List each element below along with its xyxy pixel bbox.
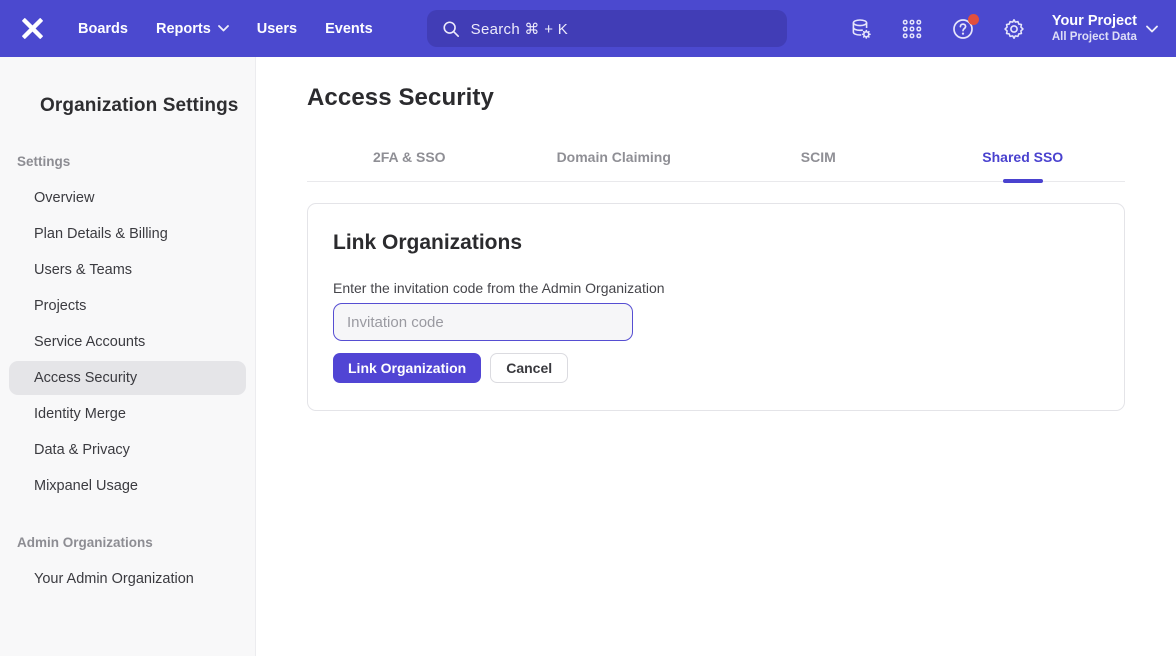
card-title: Link Organizations — [333, 231, 1099, 255]
sidebar-item-overview[interactable]: Overview — [9, 181, 246, 215]
search-icon — [442, 20, 460, 38]
project-subtitle: All Project Data — [1052, 30, 1137, 45]
settings-sidebar: Organization Settings Settings Overview … — [0, 57, 256, 656]
tab-2fa-sso[interactable]: 2FA & SSO — [307, 141, 512, 181]
sidebar-section-settings: Settings — [17, 154, 255, 169]
sidebar-item-plan-details-billing[interactable]: Plan Details & Billing — [9, 217, 246, 251]
tab-shared-sso[interactable]: Shared SSO — [921, 141, 1126, 181]
project-selector[interactable]: Your Project All Project Data — [1052, 12, 1158, 45]
cancel-button[interactable]: Cancel — [490, 353, 568, 383]
navbar-right: Your Project All Project Data — [848, 12, 1176, 45]
search-placeholder: Search ⌘ + K — [471, 20, 568, 38]
invitation-code-input[interactable] — [333, 303, 633, 341]
settings-gear-icon[interactable] — [1001, 16, 1027, 42]
apps-grid-icon[interactable] — [899, 16, 925, 42]
nav-item-reports[interactable]: Reports — [142, 13, 243, 45]
tab-label: 2FA & SSO — [373, 149, 446, 165]
mixpanel-logo-icon — [20, 16, 45, 41]
project-text: Your Project All Project Data — [1052, 12, 1137, 45]
chevron-down-icon — [1146, 25, 1158, 33]
tab-scim[interactable]: SCIM — [716, 141, 921, 181]
tab-label: Shared SSO — [982, 149, 1063, 165]
sidebar-item-service-accounts[interactable]: Service Accounts — [9, 325, 246, 359]
link-organizations-card: Link Organizations Enter the invitation … — [307, 203, 1125, 411]
link-organization-button[interactable]: Link Organization — [333, 353, 481, 383]
sidebar-item-identity-merge[interactable]: Identity Merge — [9, 397, 246, 431]
main-content: Access Security 2FA & SSO Domain Claimin… — [256, 57, 1176, 656]
project-name: Your Project — [1052, 12, 1137, 30]
search-input[interactable]: Search ⌘ + K — [427, 10, 787, 47]
nav-item-label: Events — [325, 21, 373, 37]
sidebar-item-users-teams[interactable]: Users & Teams — [9, 253, 246, 287]
nav-item-label: Reports — [156, 21, 211, 37]
sidebar-item-your-admin-organization[interactable]: Your Admin Organization — [9, 562, 246, 596]
tab-bar: 2FA & SSO Domain Claiming SCIM Shared SS… — [307, 141, 1125, 182]
top-navbar: Boards Reports Users Events Search ⌘ + K — [0, 0, 1176, 57]
sidebar-item-data-privacy[interactable]: Data & Privacy — [9, 433, 246, 467]
sidebar-item-access-security[interactable]: Access Security — [9, 361, 246, 395]
page-title: Access Security — [307, 84, 1125, 112]
chevron-down-icon — [218, 25, 229, 32]
sidebar-title: Organization Settings — [40, 95, 255, 117]
sidebar-section-admin-organizations: Admin Organizations — [17, 535, 255, 550]
sidebar-item-projects[interactable]: Projects — [9, 289, 246, 323]
nav-item-users[interactable]: Users — [243, 13, 311, 45]
sidebar-item-mixpanel-usage[interactable]: Mixpanel Usage — [9, 469, 246, 503]
data-settings-icon[interactable] — [848, 16, 874, 42]
mixpanel-logo[interactable] — [0, 16, 64, 41]
tab-label: SCIM — [801, 149, 836, 165]
tab-label: Domain Claiming — [557, 149, 671, 165]
notification-badge — [968, 14, 979, 25]
page: Boards Reports Users Events Search ⌘ + K — [0, 0, 1176, 656]
nav-item-events[interactable]: Events — [311, 13, 387, 45]
nav-item-label: Users — [257, 21, 297, 37]
primary-nav: Boards Reports Users Events — [64, 13, 387, 45]
tab-domain-claiming[interactable]: Domain Claiming — [512, 141, 717, 181]
nav-item-boards[interactable]: Boards — [64, 13, 142, 45]
nav-item-label: Boards — [78, 21, 128, 37]
button-row: Link Organization Cancel — [333, 353, 1099, 383]
content-row: Organization Settings Settings Overview … — [0, 57, 1176, 656]
help-icon[interactable] — [950, 16, 976, 42]
invitation-code-label: Enter the invitation code from the Admin… — [333, 280, 1099, 296]
